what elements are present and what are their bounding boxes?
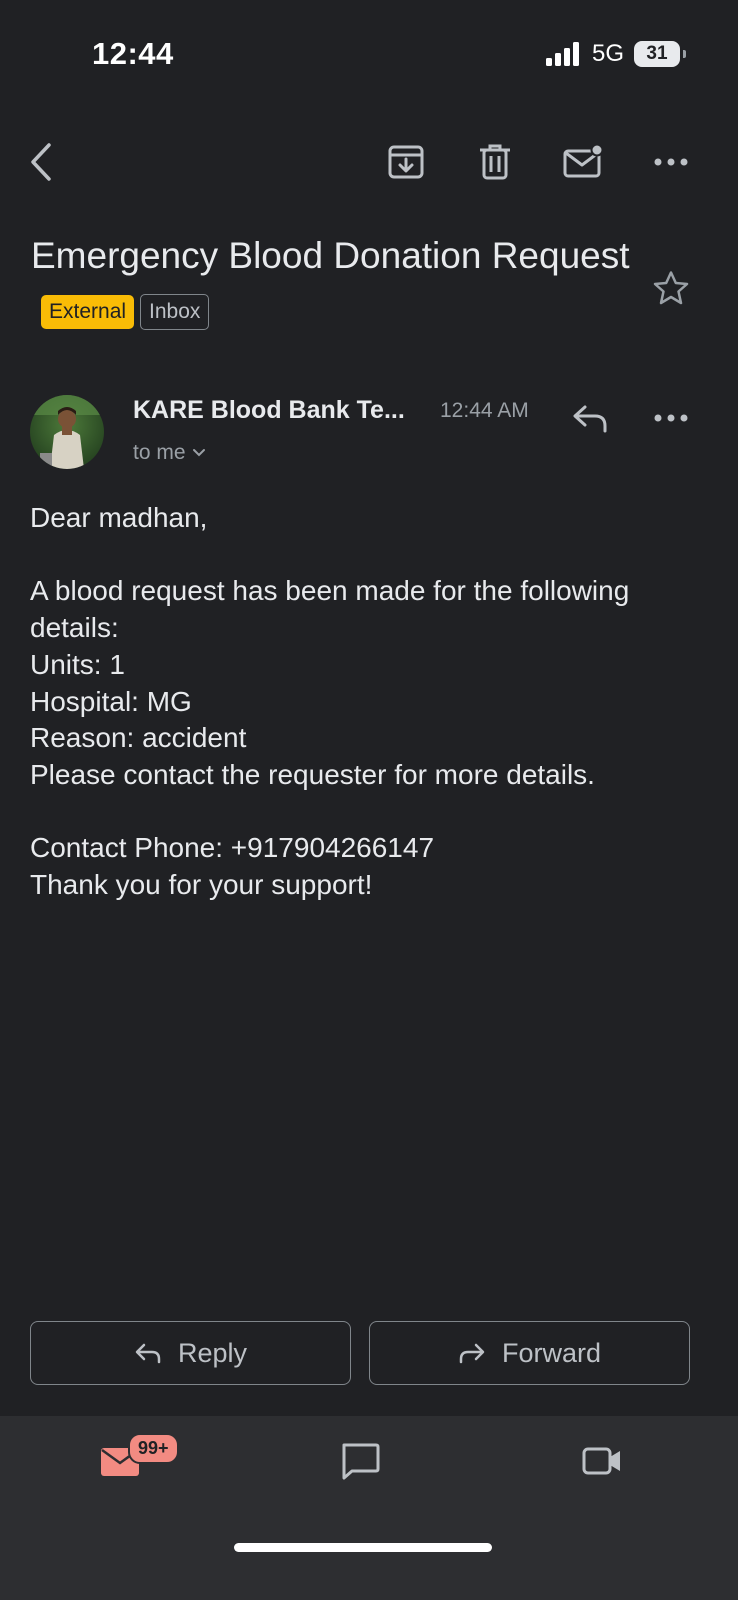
body-line: Units: 1 xyxy=(30,648,125,680)
recipient-label: to me xyxy=(133,441,186,464)
forward-label: Forward xyxy=(501,1337,602,1368)
status-indicators: 5G 31 xyxy=(545,40,686,68)
body-line: Please contact the requester for more de… xyxy=(30,758,595,790)
forward-icon xyxy=(459,1343,485,1364)
body-line: Reason: accident xyxy=(30,722,247,754)
more-horizontal-icon xyxy=(654,158,688,166)
reply-icon xyxy=(135,1343,161,1364)
email-body: Dear madhan, A blood request has been ma… xyxy=(30,500,710,904)
body-line: A blood request has been made for the fo… xyxy=(30,575,630,644)
nav-meet[interactable] xyxy=(572,1436,632,1486)
star-button[interactable] xyxy=(649,266,693,310)
trash-icon xyxy=(480,144,510,180)
delete-button[interactable] xyxy=(473,140,517,184)
email-subject-block: Emergency Blood Donation Request External… xyxy=(31,226,631,344)
forward-button[interactable]: Forward xyxy=(369,1321,690,1385)
body-line xyxy=(30,794,710,831)
label-external[interactable]: External xyxy=(41,295,135,330)
battery-level: 31 xyxy=(646,43,668,64)
recipient-details-toggle[interactable]: to me xyxy=(133,441,206,465)
network-label: 5G xyxy=(591,40,624,67)
back-button[interactable] xyxy=(20,140,64,184)
mail-unread-icon xyxy=(563,144,603,178)
star-icon xyxy=(653,271,689,305)
body-line[interactable]: Contact Phone: +917904266147 xyxy=(30,830,710,867)
more-horizontal-icon xyxy=(654,414,688,422)
chevron-left-icon xyxy=(31,143,51,181)
more-options-button[interactable] xyxy=(649,140,693,184)
message-more-button[interactable] xyxy=(649,396,693,440)
chat-icon xyxy=(342,1443,380,1480)
body-line: Hospital: MG xyxy=(30,685,192,717)
video-icon xyxy=(582,1447,620,1475)
body-line: Thank you for your support! xyxy=(30,869,373,900)
body-line: Dear madhan, xyxy=(30,502,208,533)
email-time: 12:44 AM xyxy=(440,399,529,422)
chevron-down-icon xyxy=(192,449,205,457)
nav-chat[interactable] xyxy=(330,1436,390,1486)
status-time: 12:44 xyxy=(92,36,174,71)
home-indicator[interactable] xyxy=(234,1543,492,1552)
avatar-photo xyxy=(30,395,104,469)
battery-icon: 31 xyxy=(634,41,686,67)
archive-icon xyxy=(388,145,424,179)
reply-label: Reply xyxy=(177,1337,248,1368)
email-subject: Emergency Blood Donation Request xyxy=(31,235,630,276)
sender-avatar[interactable] xyxy=(30,395,104,469)
reply-icon-button[interactable] xyxy=(568,396,612,440)
mail-unread-badge: 99+ xyxy=(128,1433,179,1464)
mark-unread-button[interactable] xyxy=(561,140,605,184)
signal-icon xyxy=(545,42,579,66)
label-inbox[interactable]: Inbox xyxy=(140,294,210,331)
reply-button[interactable]: Reply xyxy=(30,1321,351,1385)
body-line xyxy=(30,537,710,574)
sender-name[interactable]: KARE Blood Bank Te... xyxy=(133,396,405,425)
archive-button[interactable] xyxy=(384,140,428,184)
reply-icon xyxy=(573,405,607,433)
